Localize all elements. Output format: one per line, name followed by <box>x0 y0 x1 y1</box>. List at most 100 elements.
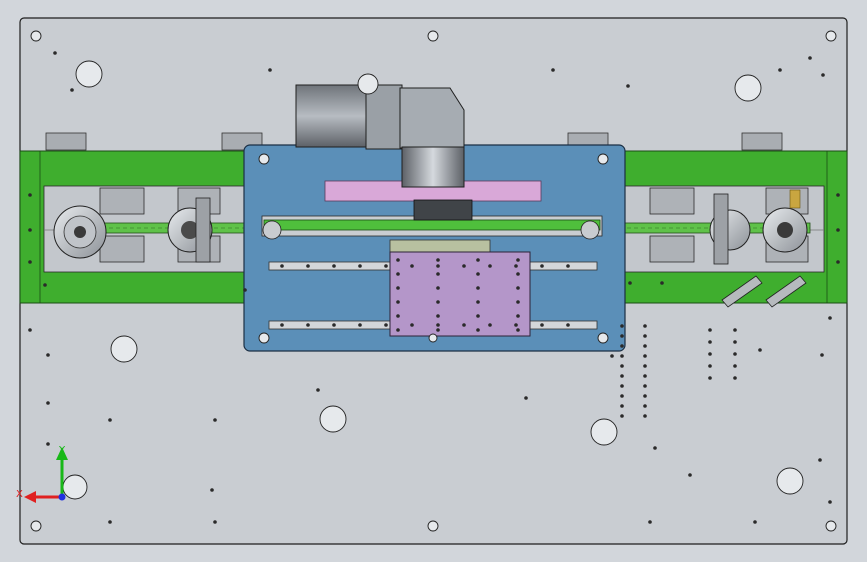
pin-hole <box>462 323 466 327</box>
triad-y-label: Y <box>58 445 66 456</box>
pin-hole <box>396 272 400 276</box>
pin-hole <box>43 283 47 287</box>
gearbox-cylinder <box>401 146 465 188</box>
slider-block[interactable] <box>389 239 531 337</box>
pin-hole <box>436 286 440 290</box>
pin-hole <box>358 323 362 327</box>
pin-hole <box>620 384 624 388</box>
pin-hole <box>643 414 647 418</box>
pin-hole <box>620 344 624 348</box>
hole <box>825 520 837 532</box>
pin-hole <box>620 414 624 418</box>
hole <box>597 332 609 344</box>
pin-hole <box>306 323 310 327</box>
pin-hole <box>476 258 480 262</box>
pin-hole <box>476 286 480 290</box>
pin-hole <box>643 344 647 348</box>
pin-hole <box>396 258 400 262</box>
hole <box>357 73 379 95</box>
hole <box>319 405 347 433</box>
pin-hole <box>733 328 737 332</box>
pin-hole <box>514 323 518 327</box>
pin-hole <box>753 520 757 524</box>
pin-hole <box>436 272 440 276</box>
pin-hole <box>708 340 712 344</box>
pin-hole <box>476 314 480 318</box>
pin-hole <box>733 376 737 380</box>
pin-hole <box>28 228 32 232</box>
pin-hole <box>268 68 272 72</box>
pin-hole <box>436 258 440 262</box>
pin-hole <box>462 264 466 268</box>
pin-hole <box>516 258 520 262</box>
pin-hole <box>28 328 32 332</box>
hole <box>258 332 270 344</box>
pin-hole <box>643 404 647 408</box>
pin-hole <box>358 264 362 268</box>
hole <box>110 335 138 363</box>
pin-hole <box>628 281 632 285</box>
pin-hole <box>708 376 712 380</box>
pin-hole <box>436 323 440 327</box>
pin-hole <box>820 353 824 357</box>
pin-hole <box>733 364 737 368</box>
pin-hole <box>384 264 388 268</box>
assembly-drawing[interactable]: Y X <box>0 0 867 562</box>
pin-hole <box>828 316 832 320</box>
pin-hole <box>648 520 652 524</box>
hole <box>62 474 88 500</box>
triad-x-label: X <box>16 489 23 500</box>
pin-hole <box>384 323 388 327</box>
servo-motor[interactable] <box>295 84 465 150</box>
pin-hole <box>476 300 480 304</box>
pin-hole <box>213 520 217 524</box>
pin-hole <box>620 354 624 358</box>
pin-hole <box>410 323 414 327</box>
pin-hole <box>540 264 544 268</box>
pin-hole <box>620 404 624 408</box>
pin-hole <box>733 352 737 356</box>
pin-hole <box>108 418 112 422</box>
pin-hole <box>306 264 310 268</box>
hole <box>75 60 103 88</box>
pin-hole <box>643 354 647 358</box>
cad-viewport[interactable]: Y X <box>0 0 867 562</box>
pin-hole <box>626 84 630 88</box>
pin-hole <box>476 328 480 332</box>
pin-hole <box>836 193 840 197</box>
hole <box>590 418 618 446</box>
pin-hole <box>828 500 832 504</box>
pin-hole <box>46 442 50 446</box>
pin-hole <box>28 260 32 264</box>
pin-hole <box>643 324 647 328</box>
pin-hole <box>488 264 492 268</box>
pin-hole <box>708 352 712 356</box>
pin-hole <box>778 68 782 72</box>
pin-hole <box>210 488 214 492</box>
hole <box>258 153 270 165</box>
pin-hole <box>566 264 570 268</box>
pin-hole <box>653 446 657 450</box>
pin-hole <box>836 260 840 264</box>
pin-hole <box>551 68 555 72</box>
pin-hole <box>46 353 50 357</box>
left-sprocket <box>53 205 107 259</box>
pin-hole <box>758 348 762 352</box>
pin-hole <box>436 300 440 304</box>
pin-hole <box>332 264 336 268</box>
pin-hole <box>708 364 712 368</box>
pin-hole <box>516 272 520 276</box>
pin-hole <box>620 364 624 368</box>
pin-hole <box>620 334 624 338</box>
pin-hole <box>396 300 400 304</box>
hole <box>428 333 438 343</box>
pin-hole <box>733 340 737 344</box>
pin-hole <box>70 88 74 92</box>
pin-hole <box>46 401 50 405</box>
pin-hole <box>243 288 247 292</box>
pin-hole <box>514 264 518 268</box>
pin-hole <box>643 384 647 388</box>
hole <box>30 520 42 532</box>
hole <box>427 520 439 532</box>
hole <box>825 30 837 42</box>
